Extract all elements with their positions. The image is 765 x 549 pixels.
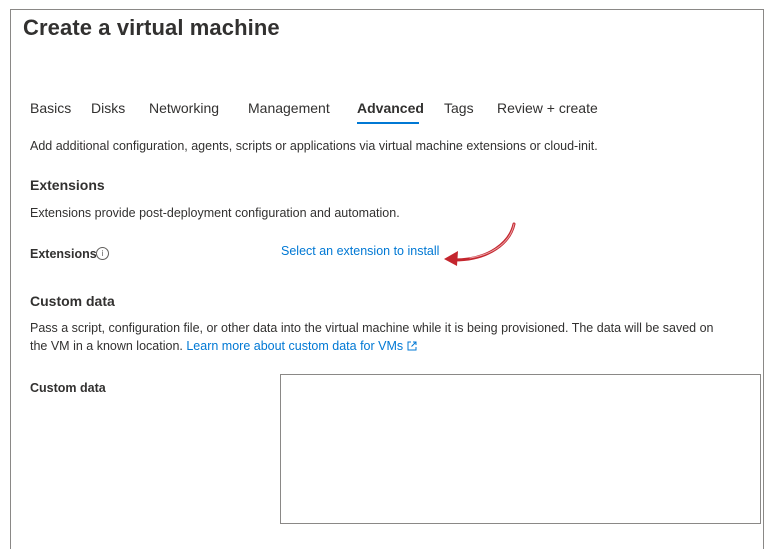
custom-data-description: Pass a script, configuration file, or ot… <box>30 321 713 335</box>
custom-data-description-line1: Pass a script, configuration file, or ot… <box>30 321 714 335</box>
custom-data-field-label: Custom data <box>30 381 106 395</box>
custom-data-textarea[interactable] <box>280 374 761 524</box>
extensions-description: Extensions provide post-deployment confi… <box>30 206 400 220</box>
tab-basics[interactable]: Basics <box>30 100 71 116</box>
page-title: Create a virtual machine <box>23 15 280 40</box>
active-tab-indicator <box>357 122 419 124</box>
tab-advanced[interactable]: Advanced <box>357 100 424 116</box>
tab-tags[interactable]: Tags <box>444 100 474 116</box>
tab-review-create[interactable]: Review + create <box>497 100 598 116</box>
info-icon[interactable]: i <box>96 247 109 260</box>
tab-disks[interactable]: Disks <box>91 100 125 116</box>
external-link-icon <box>407 341 417 351</box>
learn-more-custom-data-link[interactable]: Learn more about custom data for VMs <box>186 339 417 353</box>
intro-text: Add additional configuration, agents, sc… <box>30 139 598 153</box>
annotation-arrow-icon <box>444 222 516 266</box>
tab-management[interactable]: Management <box>248 100 330 116</box>
custom-data-description-line2: the VM in a known location. <box>30 339 183 353</box>
custom-data-description-line2-row: the VM in a known location. Learn more a… <box>30 339 417 353</box>
select-extension-link[interactable]: Select an extension to install <box>281 244 439 258</box>
extensions-heading: Extensions <box>30 177 105 193</box>
extensions-field-label: Extensions <box>30 247 97 261</box>
learn-more-label: Learn more about custom data for VMs <box>186 339 404 353</box>
tab-networking[interactable]: Networking <box>149 100 219 116</box>
custom-data-heading: Custom data <box>30 293 115 309</box>
